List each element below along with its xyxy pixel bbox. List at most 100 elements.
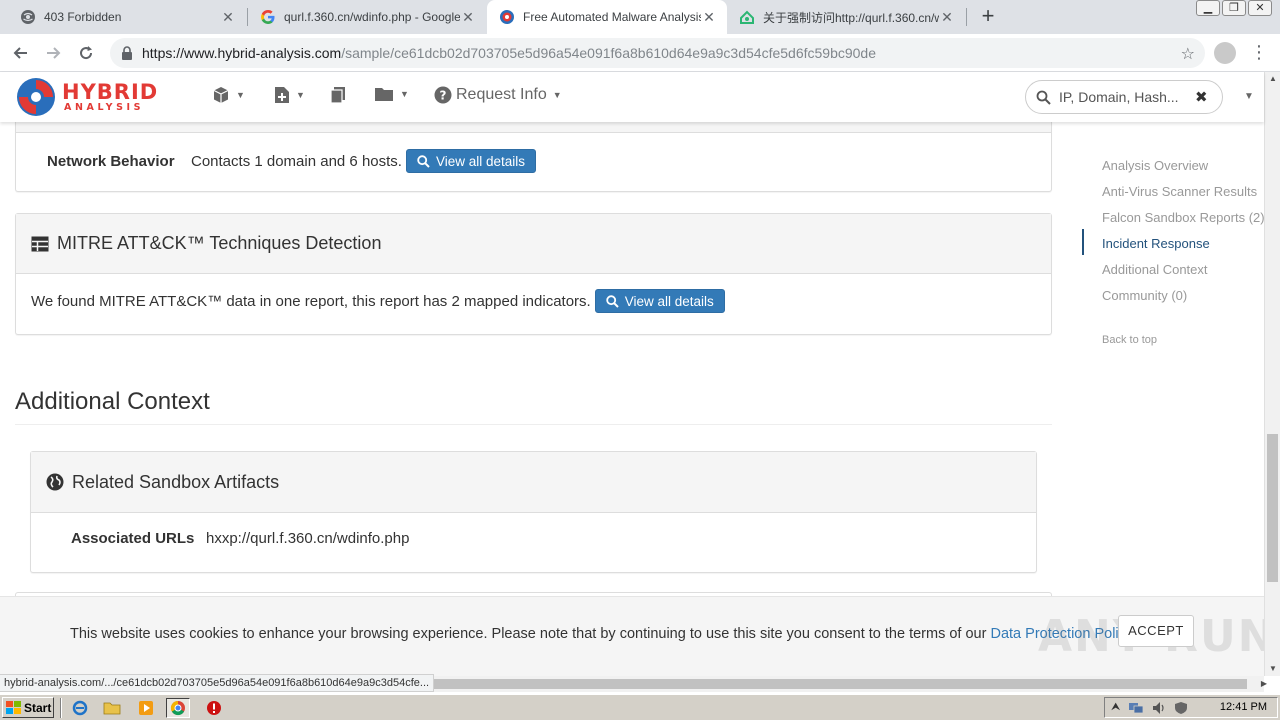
chrome-taskbar-button[interactable]: [166, 698, 190, 718]
associated-urls-label: Associated URLs: [71, 530, 195, 547]
logo-subtitle: ANALYSIS: [64, 102, 145, 113]
scroll-up-arrow-icon[interactable]: ▲: [1265, 72, 1280, 86]
mitre-summary-text: We found MITRE ATT&CK™ data in one repor…: [31, 292, 591, 310]
accept-cookies-button[interactable]: ACCEPT: [1118, 615, 1194, 647]
tab-hybrid-analysis[interactable]: Free Automated Malware Analysis Se ✕: [487, 0, 727, 34]
sidenav-item-additional-context[interactable]: Additional Context: [1102, 262, 1208, 277]
browser-tab-strip: 403 Forbidden ✕ qurl.f.360.cn/wdinfo.php…: [0, 0, 1280, 34]
profile-avatar[interactable]: [1214, 42, 1236, 64]
folder-icon: [375, 88, 393, 101]
close-icon[interactable]: ✕: [701, 9, 717, 25]
nav-folder-menu[interactable]: ▼: [374, 86, 409, 102]
minimize-button[interactable]: ▁: [1196, 0, 1220, 16]
nav-request-info-menu[interactable]: ? Request Info ▼: [434, 86, 562, 104]
browser-menu-icon[interactable]: ⋮: [1250, 40, 1268, 64]
network-behavior-text: Contacts 1 domain and 6 hosts.: [191, 152, 402, 170]
maximize-button[interactable]: ❐: [1222, 0, 1246, 16]
sidenav-item-analysis-overview[interactable]: Analysis Overview: [1102, 158, 1208, 173]
folder-icon[interactable]: [100, 698, 124, 718]
incident-response-panel: Network Behavior Contacts 1 domain and 6…: [15, 122, 1052, 192]
forward-button[interactable]: [40, 40, 66, 66]
sidenav-item-antivirus-results[interactable]: Anti-Virus Scanner Results: [1102, 184, 1257, 199]
tab-title: Free Automated Malware Analysis Se: [523, 10, 701, 24]
back-to-top-link[interactable]: Back to top: [1102, 334, 1157, 346]
horizontal-scrollbar-thumb[interactable]: [425, 679, 1247, 689]
search-icon: [417, 154, 430, 168]
files-icon: [330, 87, 345, 104]
close-window-button[interactable]: ✕: [1248, 0, 1272, 16]
system-tray: ⮝ 12:41 PM: [1104, 697, 1278, 718]
vertical-scrollbar[interactable]: ▲ ▼: [1264, 72, 1280, 676]
tab-403-forbidden[interactable]: 403 Forbidden ✕: [8, 0, 246, 34]
ie-icon[interactable]: [68, 698, 92, 718]
arrow-right-icon: [47, 47, 61, 59]
scrollbar-thumb[interactable]: [1267, 434, 1278, 582]
caret-down-icon: ▼: [236, 90, 245, 100]
horizontal-scrollbar[interactable]: ▶: [425, 676, 1267, 692]
nav-sandbox-menu[interactable]: ▼: [212, 86, 245, 104]
caret-down-icon[interactable]: ▼: [1244, 91, 1254, 102]
network-view-details-button[interactable]: View all details: [405, 149, 537, 173]
scroll-right-arrow-icon[interactable]: ▶: [1256, 676, 1272, 692]
hybrid-analysis-icon: [499, 9, 515, 25]
clear-search-icon[interactable]: ✖: [1195, 88, 1208, 106]
button-label: View all details: [624, 293, 714, 309]
start-label: Start: [24, 700, 52, 715]
logo-mark-icon: [17, 78, 55, 116]
mitre-view-details-button[interactable]: View all details: [594, 289, 725, 313]
url-path: /sample/ce61dcb02d703705e5d96a54e091f6a8…: [341, 45, 877, 61]
address-bar[interactable]: https://www.hybrid-analysis.com/sample/c…: [110, 38, 1205, 68]
site-header: HYBRID ANALYSIS ▼ ▼ ▼ ? Request Info ▼ ✖…: [0, 72, 1264, 122]
search-input[interactable]: [1059, 89, 1189, 105]
associated-urls-row: Associated URLs hxxp://qurl.f.360.cn/wdi…: [71, 530, 409, 547]
mitre-panel-title: MITRE ATT&CK™ Techniques Detection: [57, 233, 382, 253]
tab-google-search[interactable]: qurl.f.360.cn/wdinfo.php - Google Se ✕: [248, 0, 486, 34]
artifacts-panel-header: Related Sandbox Artifacts: [31, 452, 1036, 513]
nav-submit-menu[interactable]: ▼: [274, 86, 305, 104]
related-sandbox-artifacts-panel: Related Sandbox Artifacts Associated URL…: [30, 451, 1037, 573]
caret-down-icon: ▼: [400, 89, 409, 99]
chrome-icon: [170, 700, 185, 716]
close-icon[interactable]: ✕: [220, 9, 236, 25]
reload-button[interactable]: [73, 40, 99, 66]
bookmark-star-icon[interactable]: ☆: [1181, 44, 1195, 64]
nav-reports-button[interactable]: [330, 86, 346, 104]
media-player-icon[interactable]: [134, 698, 158, 718]
back-button[interactable]: [8, 40, 34, 66]
google-icon: [260, 9, 276, 25]
close-icon[interactable]: ✕: [939, 9, 955, 25]
network-behavior-row: Network Behavior Contacts 1 domain and 6…: [47, 149, 537, 173]
globe-icon: [20, 9, 36, 25]
mitre-summary-row: We found MITRE ATT&CK™ data in one repor…: [31, 289, 725, 313]
additional-context-heading: Additional Context: [15, 388, 210, 415]
shield-icon[interactable]: [1174, 701, 1188, 715]
hybrid-analysis-logo[interactable]: HYBRID ANALYSIS: [16, 76, 182, 118]
browser-toolbar: https://www.hybrid-analysis.com/sample/c…: [0, 34, 1280, 72]
sidenav-item-incident-response[interactable]: Incident Response: [1102, 236, 1210, 251]
logo-word: HYBRID: [62, 80, 159, 104]
status-bar-url: hybrid-analysis.com/.../ce61dcb02d703705…: [0, 674, 435, 692]
tray-expand-icon[interactable]: ⮝: [1111, 701, 1120, 714]
caret-down-icon: ▼: [552, 90, 562, 100]
reload-icon: [80, 46, 93, 60]
tab-360-article[interactable]: 关于强制访问http://qurl.f.360.cn/wd ✕: [727, 0, 965, 34]
sidenav-item-falcon-sandbox-reports[interactable]: Falcon Sandbox Reports (2): [1102, 210, 1265, 225]
search-icon: [1036, 90, 1051, 105]
network-icon[interactable]: [1128, 701, 1144, 715]
button-label: View all details: [435, 153, 526, 169]
arrow-left-icon: [13, 47, 27, 59]
scroll-down-arrow-icon[interactable]: ▼: [1265, 662, 1280, 676]
stop-icon[interactable]: [202, 698, 226, 718]
artifacts-panel-title: Related Sandbox Artifacts: [72, 471, 280, 492]
tab-title: qurl.f.360.cn/wdinfo.php - Google Se: [284, 10, 460, 24]
start-button[interactable]: Start: [2, 697, 54, 718]
sidenav-item-community[interactable]: Community (0): [1102, 288, 1187, 303]
cookie-consent-bar: This website uses cookies to enhance you…: [0, 596, 1275, 676]
tab-title: 关于强制访问http://qurl.f.360.cn/wd: [763, 10, 939, 25]
site-search: ✖: [1025, 80, 1223, 114]
svg-text:?: ?: [440, 89, 447, 103]
volume-icon[interactable]: [1152, 701, 1166, 715]
new-tab-button[interactable]: +: [976, 5, 1000, 29]
close-icon[interactable]: ✕: [460, 9, 476, 25]
mitre-panel: MITRE ATT&CK™ Techniques Detection We fo…: [15, 213, 1052, 335]
